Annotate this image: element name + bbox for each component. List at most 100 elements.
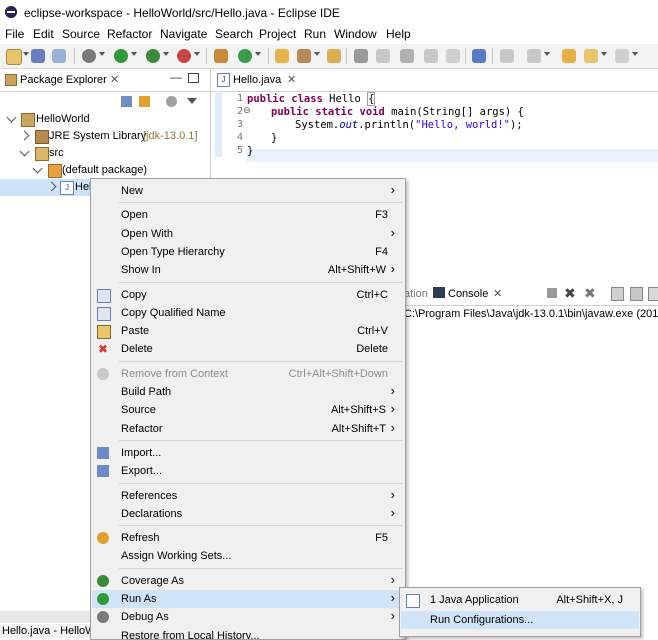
menu-item-run-as[interactable]: Run As › <box>92 590 404 608</box>
submenu-item-run-configurations[interactable]: Run Configurations... <box>401 611 639 629</box>
menu-item-import[interactable]: Import... <box>92 444 404 462</box>
menu-item-paste[interactable]: Paste Ctrl+V <box>92 322 404 340</box>
close-tab-icon[interactable]: ✕ <box>110 73 119 86</box>
external-tools-icon[interactable] <box>177 49 191 63</box>
tree-item-project[interactable]: HelloWorld <box>0 111 210 128</box>
menu-item-refresh[interactable]: Refresh F5 <box>92 529 404 547</box>
menu-item-declarations[interactable]: Declarations › <box>92 505 404 523</box>
view-menu-icon[interactable] <box>187 98 197 104</box>
back-icon[interactable] <box>584 49 598 63</box>
menu-refactor[interactable]: Refactor <box>107 27 152 41</box>
minimize-icon[interactable]: — <box>170 70 182 84</box>
prev-annotation-icon[interactable] <box>500 49 514 63</box>
tree-item-default-package[interactable]: (default package) <box>0 162 210 179</box>
menu-item-assign-working-sets[interactable]: Assign Working Sets... <box>92 547 404 565</box>
debug-dropdown-icon[interactable] <box>99 52 105 56</box>
menu-item-delete[interactable]: ✖ Delete Delete <box>92 340 404 358</box>
external-tools-dropdown-icon[interactable] <box>194 52 200 56</box>
new-icon[interactable] <box>6 49 22 65</box>
menu-item-show-in[interactable]: Show In Alt+Shift+W › <box>92 261 404 279</box>
tree-item-hello-java[interactable]: J Hell <box>0 179 94 196</box>
expanded-twisty-icon[interactable] <box>19 146 30 157</box>
new-java-project-icon[interactable] <box>214 49 228 63</box>
menu-item-source[interactable]: Source Alt+Shift+S › <box>92 401 404 419</box>
forward-icon[interactable] <box>615 49 629 63</box>
annotation-icon[interactable] <box>527 49 541 63</box>
debug-icon[interactable] <box>82 49 96 63</box>
collapsed-twisty-icon[interactable] <box>19 130 30 141</box>
menu-project[interactable]: Project <box>259 27 296 41</box>
pilcrow-icon[interactable] <box>446 49 460 63</box>
link-editor-icon[interactable] <box>139 96 150 107</box>
word-wrap-icon[interactable] <box>400 49 414 63</box>
close-tab-icon[interactable]: ✕ <box>287 73 296 86</box>
submenu-item-1-java-application[interactable]: 1 Java Application Alt+Shift+X, J <box>401 591 639 609</box>
menu-item-coverage-as[interactable]: Coverage As › <box>92 572 404 590</box>
terminate-icon[interactable] <box>547 288 557 298</box>
word-wrap-icon[interactable] <box>648 287 658 301</box>
remove-all-icon[interactable]: ✖ <box>584 285 596 302</box>
annotation-dropdown-icon[interactable] <box>544 52 550 56</box>
menu-source[interactable]: Source <box>62 27 100 41</box>
code-line-3[interactable]: System.out.println("Hello, world!"); <box>295 119 523 131</box>
menu-item-export[interactable]: Export... <box>92 462 404 480</box>
whitespace-icon[interactable] <box>424 49 438 63</box>
menu-item-copy[interactable]: Copy Ctrl+C <box>92 286 404 304</box>
collapsed-twisty-icon[interactable] <box>46 181 57 192</box>
forward-dropdown-icon[interactable] <box>632 52 638 56</box>
menu-item-open-with[interactable]: Open With › <box>92 225 404 243</box>
new-class-dropdown-icon[interactable] <box>255 52 261 56</box>
new-java-class-icon[interactable] <box>238 49 252 63</box>
new-dropdown-icon[interactable] <box>23 52 29 56</box>
next-annotation-icon[interactable] <box>472 49 486 63</box>
maximize-icon[interactable] <box>188 73 199 83</box>
menu-navigate[interactable]: Navigate <box>160 27 207 41</box>
editor-tab-hello-java[interactable]: Hello.java <box>233 74 281 86</box>
toggle-mark-icon[interactable] <box>354 49 368 63</box>
last-edit-icon[interactable] <box>562 49 576 63</box>
collapse-all-icon[interactable] <box>121 96 132 107</box>
scroll-lock-icon[interactable] <box>630 287 643 301</box>
search-icon[interactable] <box>297 49 311 63</box>
expanded-twisty-icon[interactable] <box>6 112 17 123</box>
menu-file[interactable]: File <box>5 27 24 41</box>
menu-item-references[interactable]: References › <box>92 487 404 505</box>
package-explorer-tab[interactable]: Package Explorer <box>20 74 107 86</box>
menu-edit[interactable]: Edit <box>33 27 54 41</box>
close-tab-icon[interactable]: ✕ <box>493 287 502 300</box>
menu-item-copy-qualified-name[interactable]: Copy Qualified Name <box>92 304 404 322</box>
menu-help[interactable]: Help <box>386 27 411 41</box>
tree-item-jre[interactable]: JRE System Library [jdk-13.0.1] <box>0 128 210 145</box>
clear-console-icon[interactable] <box>611 287 624 301</box>
coverage-icon[interactable] <box>146 49 160 63</box>
save-icon[interactable] <box>31 49 45 63</box>
tree-item-src[interactable]: src <box>0 145 210 162</box>
bottom-editor-tab[interactable]: Hello.java - HelloW <box>2 625 96 637</box>
run-icon[interactable] <box>114 49 128 63</box>
code-line-2[interactable]: public static void main(String[] args) { <box>271 106 524 118</box>
menu-search[interactable]: Search <box>215 27 253 41</box>
run-dropdown-icon[interactable] <box>131 52 137 56</box>
menu-item-refactor[interactable]: Refactor Alt+Shift+T › <box>92 420 404 438</box>
focus-icon[interactable] <box>166 96 177 107</box>
back-dropdown-icon[interactable] <box>601 52 607 56</box>
save-all-icon[interactable] <box>52 49 66 63</box>
menu-item-open[interactable]: Open F3 <box>92 206 404 224</box>
open-task-icon[interactable] <box>327 49 341 63</box>
menu-item-build-path[interactable]: Build Path › <box>92 383 404 401</box>
horizontal-scrollbar[interactable] <box>0 611 95 623</box>
console-tab[interactable]: Console <box>448 288 488 300</box>
code-line-1[interactable]: public class Hello { <box>247 92 376 106</box>
partial-tab[interactable]: ation <box>404 288 428 300</box>
menu-run[interactable]: Run <box>304 27 326 41</box>
code-line-5[interactable]: } <box>247 145 253 157</box>
menu-window[interactable]: Window <box>334 27 377 41</box>
toggle-block-icon[interactable] <box>376 49 390 63</box>
menu-item-new[interactable]: New › <box>92 182 404 200</box>
remove-launch-icon[interactable]: ✖ <box>564 285 576 302</box>
search-dropdown-icon[interactable] <box>314 52 320 56</box>
expanded-twisty-icon[interactable] <box>32 163 43 174</box>
fold-icon[interactable]: ⊖ <box>243 105 251 116</box>
menu-item-debug-as[interactable]: Debug As › <box>92 608 404 626</box>
code-line-4[interactable]: } <box>271 132 277 144</box>
